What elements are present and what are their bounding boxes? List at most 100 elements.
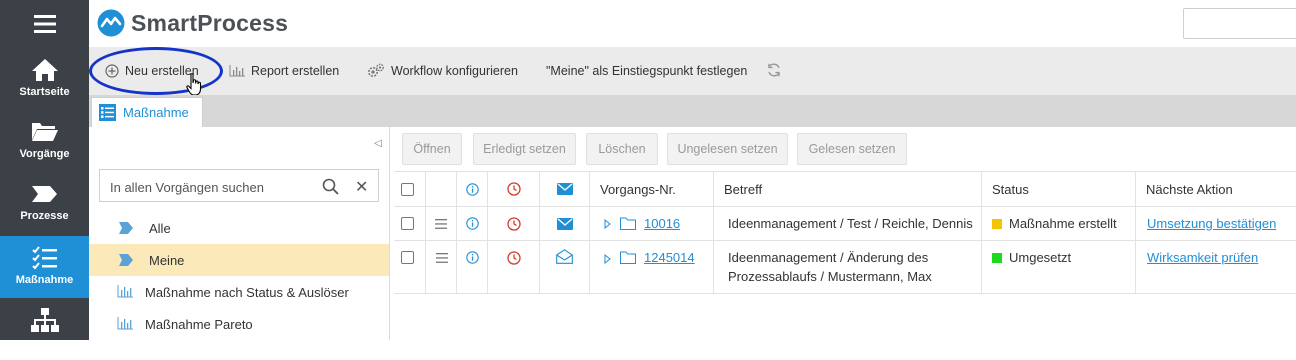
drag-handle-icon[interactable] [425,207,456,240]
clear-search-icon[interactable]: ✕ [355,177,368,197]
status-cell: Maßnahme erstellt [981,207,1135,240]
next-action-cell: Umsetzung bestätigen [1135,207,1296,240]
process-number-link[interactable]: 1245014 [644,250,695,265]
mark-unread-button[interactable]: Ungelesen setzen [667,133,788,165]
nav-label: Maßnahme [15,274,74,286]
tab-massnahme[interactable]: Maßnahme [91,97,203,127]
bar-chart-icon [229,65,245,77]
expand-arrow-icon[interactable] [604,252,611,267]
nav-label: Prozesse [20,210,69,222]
drag-column-header [425,172,456,206]
clock-icon[interactable] [487,207,539,240]
nav-item-prozesse[interactable]: Prozesse [0,172,89,234]
subject-text: Ideenmanagement / Test / Reichle, Dennis [728,216,973,231]
tag-icon [119,222,133,237]
tag-icon [119,254,133,269]
filter-item-label: Maßnahme Pareto [145,317,253,332]
folder-icon [620,251,636,267]
nav-item-organigramm[interactable] [0,298,89,360]
list-icon [99,104,116,121]
open-button[interactable]: Öffnen [402,133,462,165]
report-button[interactable]: Report erstellen [229,47,339,95]
column-header-number[interactable]: Vorgangs-Nr. [589,172,713,206]
table-row[interactable]: 1245014 Ideenmanagement / Änderung des P… [394,241,1296,294]
nav-label: Vorgänge [19,148,70,160]
mark-read-button[interactable]: Gelesen setzen [797,133,907,165]
info-icon[interactable] [456,207,487,240]
app-logo[interactable]: SmartProcess [97,8,288,38]
filter-panel: ◁ In allen Vorgängen suchen ✕ Alle Meine… [89,127,390,340]
toolbar: Neu erstellen Report erstellen Workflow … [89,47,1296,95]
home-icon [0,58,89,84]
nav-item-startseite[interactable]: Startseite [0,48,89,110]
status-text: Umgesetzt [1009,250,1072,265]
report-button-label: Report erstellen [251,64,340,78]
filter-item-status-ausloeser[interactable]: Maßnahme nach Status & Auslöser [89,276,389,308]
number-cell: 1245014 [589,241,713,293]
tab-label: Maßnahme [123,105,189,120]
select-all-cell [394,172,425,206]
checklist-icon [0,246,89,272]
workflow-button[interactable]: Workflow konfigurieren [367,47,518,95]
envelope-open-icon[interactable] [539,241,589,293]
clock-icon[interactable] [487,241,539,293]
app-name: SmartProcess [131,9,289,36]
set-entry-point-label: "Meine" als Einstiegspunkt festlegen [546,64,748,78]
hamburger-menu-icon[interactable] [0,0,89,47]
clock-icon [506,182,521,196]
envelope-closed-icon[interactable] [539,207,589,240]
table-row[interactable]: 10016 Ideenmanagement / Test / Reichle, … [394,207,1296,241]
tab-strip: Maßnahme [89,95,1296,127]
status-text: Maßnahme erstellt [1009,216,1117,231]
app-header: SmartProcess [89,0,1296,47]
row-select-cell [394,241,425,293]
filter-item-alle[interactable]: Alle [89,212,389,244]
nav-item-massnahme[interactable]: Maßnahme [0,236,89,298]
filter-item-label: Alle [149,221,171,236]
mark-done-button[interactable]: Erledigt setzen [473,133,576,165]
delete-button[interactable]: Löschen [586,133,658,165]
table-header-row: Vorgangs-Nr. Betreff Status Nächste Akti… [394,171,1296,207]
filter-search-input[interactable]: In allen Vorgängen suchen ✕ [99,169,379,202]
envelope-icon [556,183,573,195]
refresh-button[interactable] [766,47,782,95]
expand-arrow-icon[interactable] [604,217,611,232]
subject-text: Ideenmanagement / Änderung des [728,250,929,265]
info-icon[interactable] [456,241,487,293]
gears-icon [367,63,385,79]
collapse-panel-icon[interactable]: ◁ [374,138,382,149]
process-number-link[interactable]: 10016 [644,216,680,231]
global-search-input[interactable] [1183,8,1296,39]
workflow-button-label: Workflow konfigurieren [391,64,518,78]
set-entry-point-button[interactable]: "Meine" als Einstiegspunkt festlegen [546,47,747,95]
next-action-link[interactable]: Wirksamkeit prüfen [1147,250,1258,265]
mail-column-header[interactable] [539,172,589,206]
next-action-link[interactable]: Umsetzung bestätigen [1147,216,1276,231]
column-header-status[interactable]: Status [981,172,1135,206]
deadline-column-header[interactable] [487,172,539,206]
number-cell: 10016 [589,207,713,240]
search-icon[interactable] [322,178,339,198]
folder-icon [620,217,636,233]
info-icon [465,182,479,196]
nav-item-vorgaenge[interactable]: Vorgänge [0,110,89,172]
row-checkbox[interactable] [401,251,414,264]
filter-item-label: Maßnahme nach Status & Auslöser [145,285,349,300]
select-all-checkbox[interactable] [401,183,414,196]
bar-chart-icon [117,285,133,301]
filter-item-meine[interactable]: Meine [89,244,389,276]
row-checkbox[interactable] [401,217,414,230]
refresh-icon [766,62,782,81]
filter-item-pareto[interactable]: Maßnahme Pareto [89,308,389,340]
status-indicator [992,219,1002,229]
filter-item-label: Meine [149,253,185,268]
status-cell: Umgesetzt [981,241,1135,293]
nav-label: Startseite [19,86,70,98]
org-chart-icon [0,308,89,334]
column-header-next-action[interactable]: Nächste Aktion [1135,172,1296,206]
row-select-cell [394,207,425,240]
drag-handle-icon[interactable] [425,241,456,293]
subject-text-line2: Prozessablaufs / Mustermann, Max [728,269,932,284]
info-column-header[interactable] [456,172,487,206]
column-header-subject[interactable]: Betreff [713,172,981,206]
